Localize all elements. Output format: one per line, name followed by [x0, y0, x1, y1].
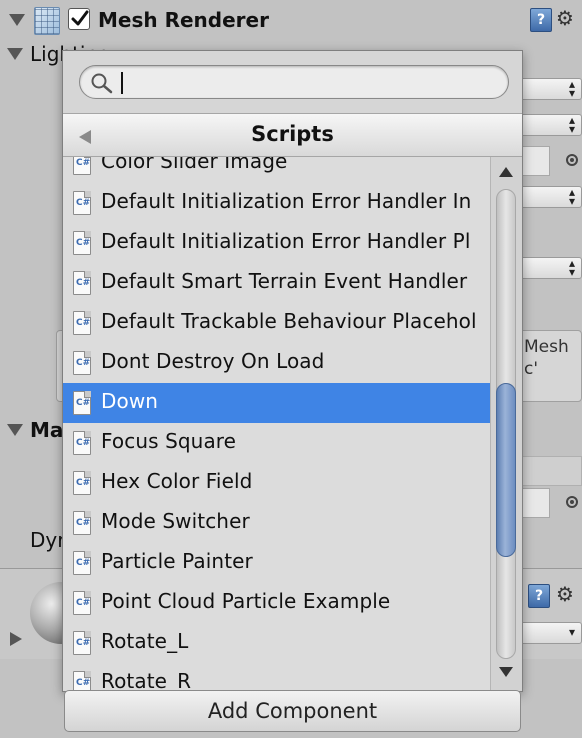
mesh-renderer-header: Mesh Renderer ? ⚙ [0, 0, 582, 40]
search-box[interactable] [79, 65, 509, 99]
object-picker-icon-2[interactable] [566, 496, 578, 508]
csharp-script-icon: C# [73, 591, 91, 615]
script-item-label: Default Initialization Error Handler Pl [101, 229, 471, 253]
component-title: Mesh Renderer [98, 8, 269, 32]
script-item-label: Focus Square [101, 429, 237, 453]
scroll-up-arrow-icon[interactable] [499, 167, 513, 177]
script-list-item[interactable]: C# Point Cloud Particle Example [63, 583, 490, 623]
mesh-renderer-icon [34, 7, 60, 35]
material-help-icon[interactable]: ? [528, 584, 550, 608]
add-component-button[interactable]: Add Component [64, 690, 521, 732]
gear-icon[interactable]: ⚙ [556, 6, 574, 30]
info-text-line-1: Mesh [524, 337, 569, 357]
csharp-script-icon: C# [73, 351, 91, 375]
script-item-label: Rotate_R [101, 669, 192, 691]
help-book-icon[interactable]: ? [530, 8, 552, 32]
component-enabled-checkbox[interactable] [68, 8, 90, 30]
scrollbar[interactable] [490, 157, 522, 691]
search-icon [91, 73, 113, 94]
script-item-label: Default Trackable Behaviour Placehol [101, 309, 477, 333]
script-list-item[interactable]: C# Dont Destroy On Load [63, 343, 490, 383]
script-item-label: Default Initialization Error Handler In [101, 189, 472, 213]
material-gear-icon[interactable]: ⚙ [556, 582, 574, 606]
script-item-label: Color Slider Image [101, 157, 288, 173]
csharp-script-icon: C# [73, 431, 91, 455]
info-text-line-2: c' [524, 359, 539, 379]
script-list-item[interactable]: C# Down [63, 383, 490, 423]
script-item-label: Default Smart Terrain Event Handler [101, 269, 468, 293]
scroll-down-arrow-icon[interactable] [499, 667, 513, 677]
csharp-script-icon: C# [73, 231, 91, 255]
info-text: Mesh c' [524, 336, 569, 380]
foldout-arrow-icon[interactable] [9, 14, 25, 26]
object-picker-icon[interactable] [566, 154, 578, 166]
csharp-script-icon: C# [73, 191, 91, 215]
category-header: Scripts [63, 113, 522, 157]
category-title: Scripts [251, 122, 334, 146]
csharp-script-icon: C# [73, 671, 91, 691]
dynamic-label: Dyr [30, 528, 66, 552]
material-expand-icon[interactable] [10, 632, 22, 646]
csharp-script-icon: C# [73, 511, 91, 535]
script-item-label: Point Cloud Particle Example [101, 589, 391, 613]
script-item-label: Dont Destroy On Load [101, 349, 325, 373]
script-list-item[interactable]: C# Rotate_R [63, 663, 490, 691]
csharp-script-icon: C# [73, 271, 91, 295]
script-item-label: Particle Painter [101, 549, 253, 573]
script-list-item[interactable]: C# Rotate_L [63, 623, 490, 663]
search-input[interactable] [120, 70, 490, 94]
script-list-item[interactable]: C# Color Slider Image [63, 157, 490, 183]
materials-foldout-icon[interactable] [7, 424, 23, 436]
csharp-script-icon: C# [73, 311, 91, 335]
search-area [63, 51, 522, 113]
script-item-label: Hex Color Field [101, 469, 253, 493]
scroll-thumb[interactable] [496, 383, 516, 557]
script-list-item[interactable]: C# Focus Square [63, 423, 490, 463]
lighting-foldout-icon[interactable] [7, 48, 23, 60]
script-list-item[interactable]: C# Mode Switcher [63, 503, 490, 543]
text-caret [121, 72, 123, 94]
script-list-item[interactable]: C# Default Trackable Behaviour Placehol [63, 303, 490, 343]
csharp-script-icon: C# [73, 391, 91, 415]
add-component-popup: Scripts C# Color Slider Image C# Default In… [62, 50, 523, 692]
csharp-script-icon: C# [73, 471, 91, 495]
script-list-item[interactable]: C# Default Initialization Error Handler P… [63, 223, 490, 263]
script-item-label: Rotate_L [101, 629, 189, 653]
csharp-script-icon: C# [73, 551, 91, 575]
script-list-items: C# Color Slider Image C# Default Initializa… [63, 157, 490, 691]
script-item-label: Mode Switcher [101, 509, 250, 533]
script-list-item[interactable]: C# Default Initialization Error Handler I… [63, 183, 490, 223]
script-list: C# Color Slider Image C# Default Initializa… [63, 157, 490, 691]
csharp-script-icon: C# [73, 631, 91, 655]
script-item-label: Down [101, 389, 159, 413]
script-list-item[interactable]: C# Default Smart Terrain Event Handler [63, 263, 490, 303]
csharp-script-icon: C# [73, 157, 91, 175]
script-list-item[interactable]: C# Particle Painter [63, 543, 490, 583]
materials-label: Ma [30, 418, 64, 442]
script-list-item[interactable]: C# Hex Color Field [63, 463, 490, 503]
